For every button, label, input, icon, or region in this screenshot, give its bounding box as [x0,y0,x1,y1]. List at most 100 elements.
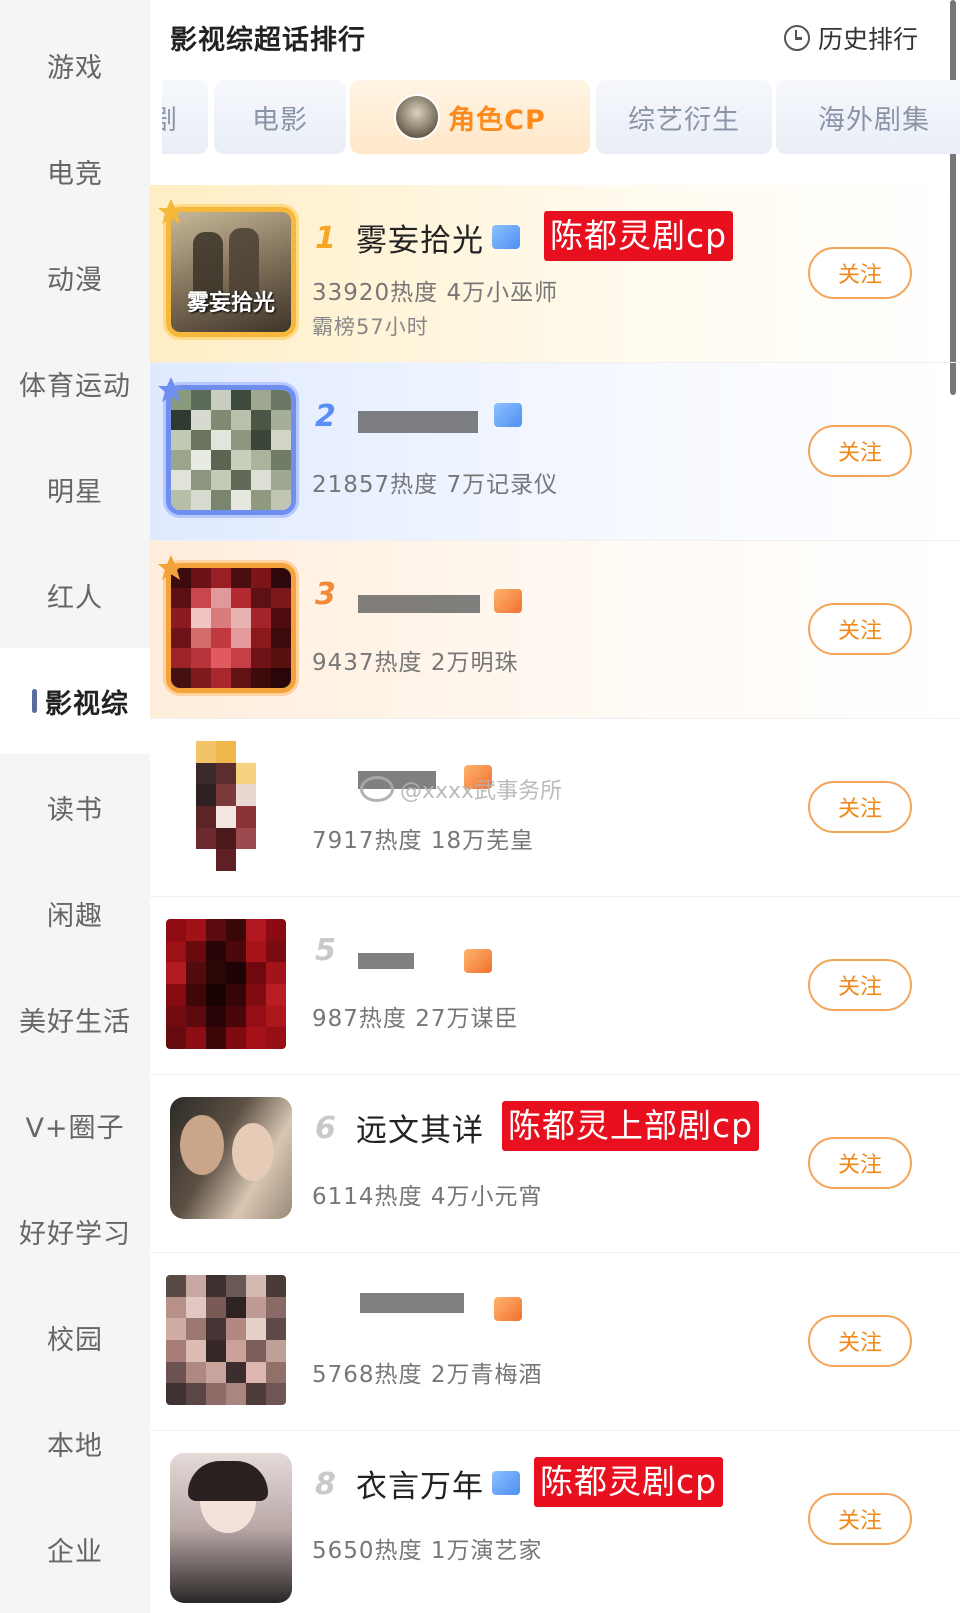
star-badge-icon [158,555,184,580]
follow-button[interactable]: 关注 [808,1315,912,1367]
sidebar-item-leisure[interactable]: 闲趣 [0,860,150,966]
sidebar-item-campus[interactable]: 校园 [0,1284,150,1390]
sidebar-item-label: 动漫 [47,264,103,296]
annotation-tag: 陈都灵剧cp [534,1457,724,1507]
weibo-logo-icon [360,776,394,802]
follow-button[interactable]: 关注 [808,1493,912,1545]
topic-cover-image [166,919,286,1049]
rank-number: 1 [315,221,336,256]
tab-label: 综艺衍生 [628,104,740,136]
topic-stats: 9437热度 2万明珠 [312,650,519,676]
sidebar-item-label: V+圈子 [25,1112,125,1144]
sidebar-item-anime[interactable]: 动漫 [0,224,150,330]
topic-name: 衣言万年 [356,1469,484,1505]
clock-icon [783,25,810,51]
app-root: 游戏 电竞 动漫 体育运动 明星 红人 影视综 读书 闲趣 美好生活 V+圈子 … [0,0,960,1613]
topic-stats: 5650热度 1万演艺家 [312,1538,543,1564]
tab-label: 电影 [252,104,308,136]
sidebar-item-stars[interactable]: 明星 [0,436,150,542]
sidebar-item-label: 好好学习 [19,1218,131,1250]
hot-icon [464,949,492,973]
ranking-row[interactable]: 7917热度 18万芜皇 关注 [150,719,960,897]
ranking-row[interactable]: 5 987热度 27万谋臣 关注 [150,897,960,1075]
topic-stats: 7917热度 18万芜皇 [312,828,535,854]
rank-number: 3 [315,577,336,612]
page-header: 影视综超话排行 历史排行 [150,0,960,78]
sidebar-item-film-tv[interactable]: 影视综 [0,648,150,754]
diamond-icon [492,1471,520,1495]
follow-button[interactable]: 关注 [808,603,912,655]
sidebar-item-label: 明星 [47,476,103,508]
tab-movie[interactable]: 电影 [214,80,346,154]
history-ranking-label: 历史排行 [817,25,918,54]
face-left [180,1115,224,1175]
tab-label: 角色CP [448,104,546,136]
ranking-row[interactable]: 5768热度 2万青梅酒 关注 [150,1253,960,1431]
subcategory-tabs: 剧 电影 角色CP 综艺衍生 海外剧集 [162,80,960,156]
redacted-name [358,411,478,433]
annotation-tag: 陈都灵上部剧cp [502,1101,760,1151]
redacted-name [358,595,480,613]
topic-cover-image [170,1097,292,1219]
ranking-row[interactable]: 3 9437热度 2万明珠 关注 [150,541,960,719]
topic-name: 雾妄拾光 [356,223,484,259]
sidebar-item-influencers[interactable]: 红人 [0,542,150,648]
sidebar-item-study[interactable]: 好好学习 [0,1178,150,1284]
mosaic-blur [171,390,291,510]
follow-button[interactable]: 关注 [808,959,912,1011]
tab-overseas-drama[interactable]: 海外剧集 [776,80,960,154]
sidebar-item-reading[interactable]: 读书 [0,754,150,860]
follow-button[interactable]: 关注 [808,425,912,477]
sidebar-item-label: 闲趣 [47,900,103,932]
sidebar-item-local[interactable]: 本地 [0,1390,150,1496]
topic-stats: 6114热度 4万小元宵 [312,1184,543,1210]
rank-number: 6 [315,1111,336,1146]
ranking-row[interactable]: 8 衣言万年 陈都灵剧cp 5650热度 1万演艺家 关注 [150,1431,960,1609]
topic-cover-image [170,1453,292,1603]
face-right [232,1123,274,1181]
mosaic-blur [176,741,296,871]
follow-button[interactable]: 关注 [808,247,912,299]
category-sidebar: 游戏 电竞 动漫 体育运动 明星 红人 影视综 读书 闲趣 美好生活 V+圈子 … [0,0,150,1613]
star-badge-icon [158,199,184,224]
history-ranking-button[interactable]: 历史排行 [783,20,918,56]
sidebar-item-label: 读书 [47,794,103,826]
rank-number: 2 [315,399,336,434]
sidebar-item-label: 电竞 [47,158,103,190]
sidebar-item-esports[interactable]: 电竞 [0,118,150,224]
mosaic-blur [166,919,286,1049]
sidebar-item-label: 校园 [47,1324,103,1356]
ranking-row[interactable]: 6 远文其详 陈都灵上部剧cp 6114热度 4万小元宵 关注 [150,1075,960,1253]
sidebar-item-label: 体育运动 [19,370,131,402]
tab-character-cp[interactable]: 角色CP [350,80,590,154]
follow-button[interactable]: 关注 [808,1137,912,1189]
sidebar-item-label: 美好生活 [19,1006,131,1038]
topic-cover-image [166,1275,286,1405]
topic-top-duration: 霸榜57小时 [312,315,429,339]
sidebar-item-label: 红人 [47,582,103,614]
cover-calligraphy: 雾妄拾光 [186,290,275,316]
tab-drama[interactable]: 剧 [162,80,208,154]
hot-icon [494,589,522,613]
rank-number: 5 [315,933,336,968]
follow-button[interactable]: 关注 [808,781,912,833]
watermark-text: @xxxx武事务所 [400,779,563,804]
sidebar-item-label: 影视综 [45,688,129,720]
page-title: 影视综超话排行 [170,25,366,56]
sidebar-item-sports[interactable]: 体育运动 [0,330,150,436]
sidebar-item-enterprise[interactable]: 企业 [0,1496,150,1602]
topic-name: 远文其详 [356,1113,484,1149]
mosaic-blur [171,568,291,688]
ranking-row[interactable]: 雾妄拾光 1 雾妄拾光 陈都灵剧cp 33920热度 4万小巫师 霸榜57小时 … [150,185,960,363]
ranking-row[interactable]: 2 21857热度 7万记录仪 关注 [150,363,960,541]
sidebar-item-vplus-circle[interactable]: V+圈子 [0,1072,150,1178]
diamond-icon [492,225,520,249]
tab-avatar-icon [394,94,441,140]
sidebar-item-lifestyle[interactable]: 美好生活 [0,966,150,1072]
topic-cover-image [176,741,296,871]
sidebar-item-label: 企业 [47,1536,103,1568]
sidebar-item-games[interactable]: 游戏 [0,12,150,118]
rank-number: 8 [315,1467,336,1502]
tab-variety-derivative[interactable]: 综艺衍生 [596,80,772,154]
redacted-name [360,1293,464,1313]
